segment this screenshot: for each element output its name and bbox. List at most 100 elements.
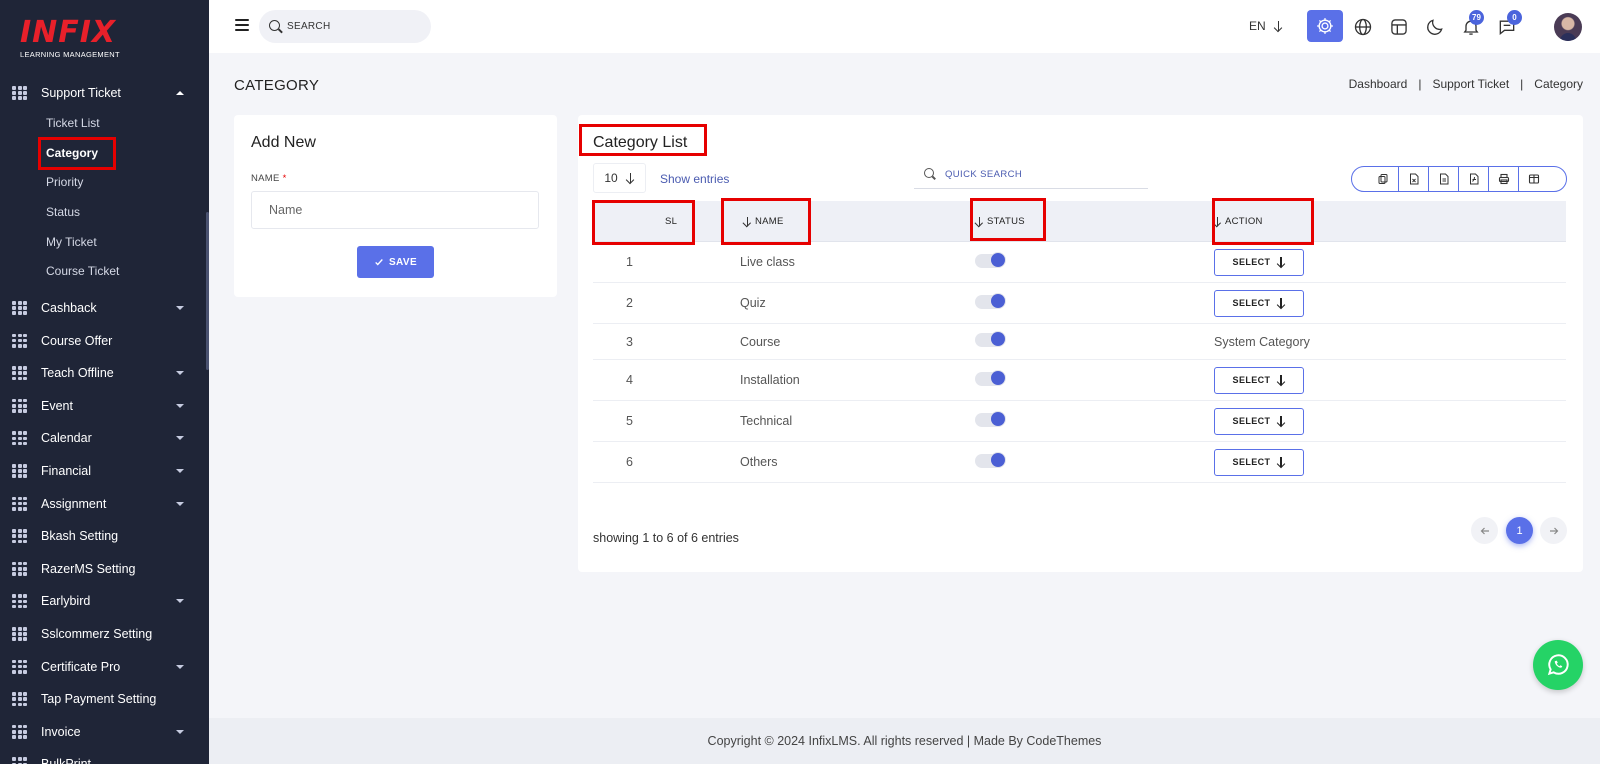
settings-button[interactable] [1307, 10, 1343, 42]
grid-icon [12, 398, 27, 413]
layout-button[interactable] [1385, 13, 1413, 41]
toggle-knob [991, 293, 1005, 308]
check-icon [375, 259, 383, 266]
prev-page-button[interactable] [1471, 517, 1498, 544]
sidebar-item-cashback[interactable]: Cashback [0, 292, 206, 324]
sidebar-subitem-priority[interactable]: Priority [46, 172, 83, 192]
select-label: SELECT [1232, 457, 1271, 467]
globe-button[interactable] [1349, 13, 1377, 41]
highlight-box-title [579, 124, 707, 156]
excel-button[interactable] [1398, 167, 1428, 191]
status-toggle[interactable] [975, 452, 1005, 468]
search-bar[interactable] [259, 10, 431, 43]
sidebar-item-support-ticket[interactable]: Support Ticket [0, 77, 206, 109]
sidebar-item-teach-offline[interactable]: Teach Offline [0, 357, 206, 389]
sidebar-item-label: Earlybird [41, 594, 91, 609]
whatsapp-button[interactable] [1533, 640, 1583, 690]
save-button[interactable]: SAVE [357, 246, 434, 278]
sidebar-subitem-status[interactable]: Status [46, 202, 80, 222]
cell-sl: 5 [626, 414, 633, 428]
grid-icon [12, 757, 27, 764]
highlight-box-category [38, 137, 116, 170]
status-toggle[interactable] [975, 252, 1005, 268]
table-row: 4 Installation SELECT [593, 360, 1566, 401]
sidebar-item-earlybird[interactable]: Earlybird [0, 585, 206, 617]
status-toggle[interactable] [975, 370, 1005, 386]
table-row: 6 Others SELECT [593, 442, 1566, 483]
sidebar-item-bkash-setting[interactable]: Bkash Setting [0, 520, 206, 552]
messages-button[interactable]: 0 [1493, 10, 1522, 41]
system-category-text: System Category [1214, 334, 1310, 349]
file-pdf-icon [1469, 173, 1478, 185]
language-selector[interactable]: EN [1249, 19, 1283, 33]
arrow-down-icon [626, 172, 635, 184]
sidebar-item-assignment[interactable]: Assignment [0, 488, 206, 520]
arrow-left-icon [1480, 527, 1489, 534]
quick-search-input[interactable] [945, 165, 1140, 183]
grid-icon [12, 496, 27, 511]
top-header: EN 79 0 [209, 0, 1600, 53]
sidebar-subitem-my-ticket[interactable]: My Ticket [46, 232, 97, 252]
name-input[interactable] [251, 191, 539, 229]
user-avatar[interactable] [1554, 13, 1582, 41]
menu-toggle-icon[interactable] [235, 19, 249, 31]
arrow-down-icon [1276, 297, 1285, 309]
action-select-button[interactable]: SELECT [1214, 407, 1304, 435]
print-button[interactable] [1488, 167, 1518, 191]
search-input[interactable] [287, 18, 422, 35]
sidebar-item-razerms-setting[interactable]: RazerMS Setting [0, 553, 206, 585]
action-select-button[interactable]: SELECT [1214, 289, 1304, 317]
chevron-down-icon [176, 306, 184, 310]
sidebar-item-event[interactable]: Event [0, 390, 206, 422]
sidebar-subitem-course-ticket[interactable]: Course Ticket [46, 261, 119, 281]
grid-icon [12, 692, 27, 707]
sidebar-scrollbar[interactable] [206, 212, 209, 370]
breadcrumb-separator: | [1520, 77, 1524, 91]
page-button-1[interactable]: 1 [1506, 517, 1533, 544]
action-select-button[interactable]: SELECT [1214, 248, 1304, 276]
select-label: SELECT [1232, 375, 1271, 385]
status-toggle[interactable] [975, 293, 1005, 309]
sidebar-item-label: Calendar [41, 431, 92, 446]
sidebar-item-tap-payment-setting[interactable]: Tap Payment Setting [0, 683, 206, 715]
csv-button[interactable] [1428, 167, 1458, 191]
sidebar-item-label: Certificate Pro [41, 659, 121, 674]
breadcrumb-dashboard[interactable]: Dashboard [1349, 77, 1408, 91]
action-select-button[interactable]: SELECT [1214, 366, 1304, 394]
quick-search[interactable] [914, 161, 1148, 189]
sidebar-item-bulkprint[interactable]: BulkPrint [0, 748, 206, 764]
breadcrumb-support-ticket[interactable]: Support Ticket [1432, 77, 1509, 91]
search-icon [269, 20, 280, 31]
status-toggle[interactable] [975, 332, 1005, 347]
chevron-down-icon [176, 501, 184, 506]
sidebar-item-course-offer[interactable]: Course Offer [0, 325, 206, 357]
page-size-select[interactable]: 10 [593, 163, 646, 193]
grid-icon [12, 301, 27, 315]
cell-name: Technical [740, 414, 793, 428]
sidebar-item-sslcommerz-setting[interactable]: Sslcommerz Setting [0, 618, 206, 650]
chevron-down-icon [176, 599, 184, 604]
sidebar-item-label: Bkash Setting [41, 529, 119, 544]
sidebar-subitem-ticket-list[interactable]: Ticket List [46, 113, 100, 133]
sidebar-item-certificate-pro[interactable]: Certificate Pro [0, 651, 206, 683]
columns-button[interactable] [1518, 167, 1548, 191]
copy-button[interactable] [1368, 167, 1398, 191]
notifications-button[interactable]: 79 [1457, 10, 1485, 41]
arrow-down-icon [1276, 256, 1285, 268]
sidebar-item-financial[interactable]: Financial [0, 455, 206, 487]
action-select-button[interactable]: SELECT [1214, 448, 1304, 476]
pdf-button[interactable] [1458, 167, 1488, 191]
page-title: CATEGORY [234, 77, 320, 94]
status-toggle[interactable] [975, 411, 1005, 427]
sidebar-item-invoice[interactable]: Invoice [0, 716, 206, 748]
next-page-button[interactable] [1540, 517, 1567, 544]
brand-logo[interactable]: INFIX LEARNING MANAGEMENT [20, 18, 120, 60]
grid-icon [12, 529, 27, 544]
sidebar-item-calendar[interactable]: Calendar [0, 422, 206, 454]
dark-mode-button[interactable] [1421, 13, 1449, 41]
grid-icon [12, 431, 27, 446]
arrow-right-icon [1549, 527, 1558, 534]
save-label: SAVE [388, 256, 418, 268]
table-row: 5 Technical SELECT [593, 401, 1566, 442]
select-label: SELECT [1232, 298, 1271, 308]
